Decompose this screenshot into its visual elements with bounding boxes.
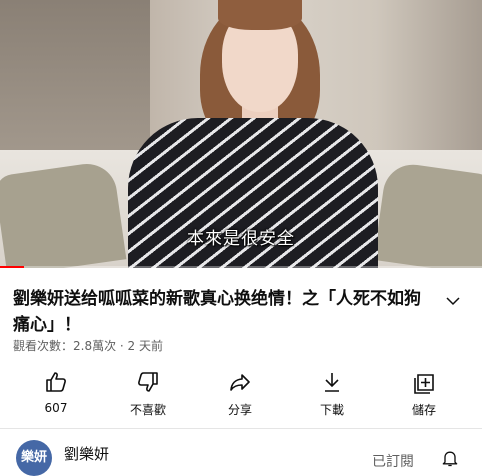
thumbs-up-icon [46,372,66,392]
dislike-button[interactable]: 不喜歡 [113,370,183,418]
video-cushion-right [373,160,482,268]
bell-icon[interactable] [440,448,460,468]
avatar[interactable]: 樂妍 [16,440,52,476]
video-cushion-left [0,160,127,268]
save-button[interactable]: 儲存 [389,370,459,418]
video-player[interactable]: 本來是很安全 [0,0,482,268]
subscribed-button[interactable]: 已訂閱 [372,451,414,471]
like-button[interactable]: 607 [21,370,91,415]
dislike-label: 不喜歡 [129,403,166,417]
download-label: 下載 [319,403,344,417]
progress-fill [0,266,25,268]
video-meta: 觀看次數：2.8萬次 · 2 天前 [13,339,163,353]
download-icon [325,373,339,392]
video-person-bangs [218,0,302,30]
share-button[interactable]: 分享 [205,370,275,418]
divider [0,428,482,429]
video-subtitle: 本來是很安全 [187,229,295,249]
progress-track[interactable] [0,266,482,268]
download-button[interactable]: 下載 [297,370,367,418]
video-title: 劉樂妍送给呱呱菜的新歌真心换绝情！之「人死不如狗痛心」！ [13,289,421,335]
save-label: 儲存 [411,403,436,417]
thumbs-down-icon [138,372,158,392]
share-label: 分享 [227,403,252,417]
channel-name[interactable]: 劉樂妍 [64,443,109,464]
share-icon [230,374,250,391]
save-playlist-icon [414,374,434,394]
like-count: 607 [44,401,68,415]
chevron-down-icon[interactable] [444,292,462,310]
